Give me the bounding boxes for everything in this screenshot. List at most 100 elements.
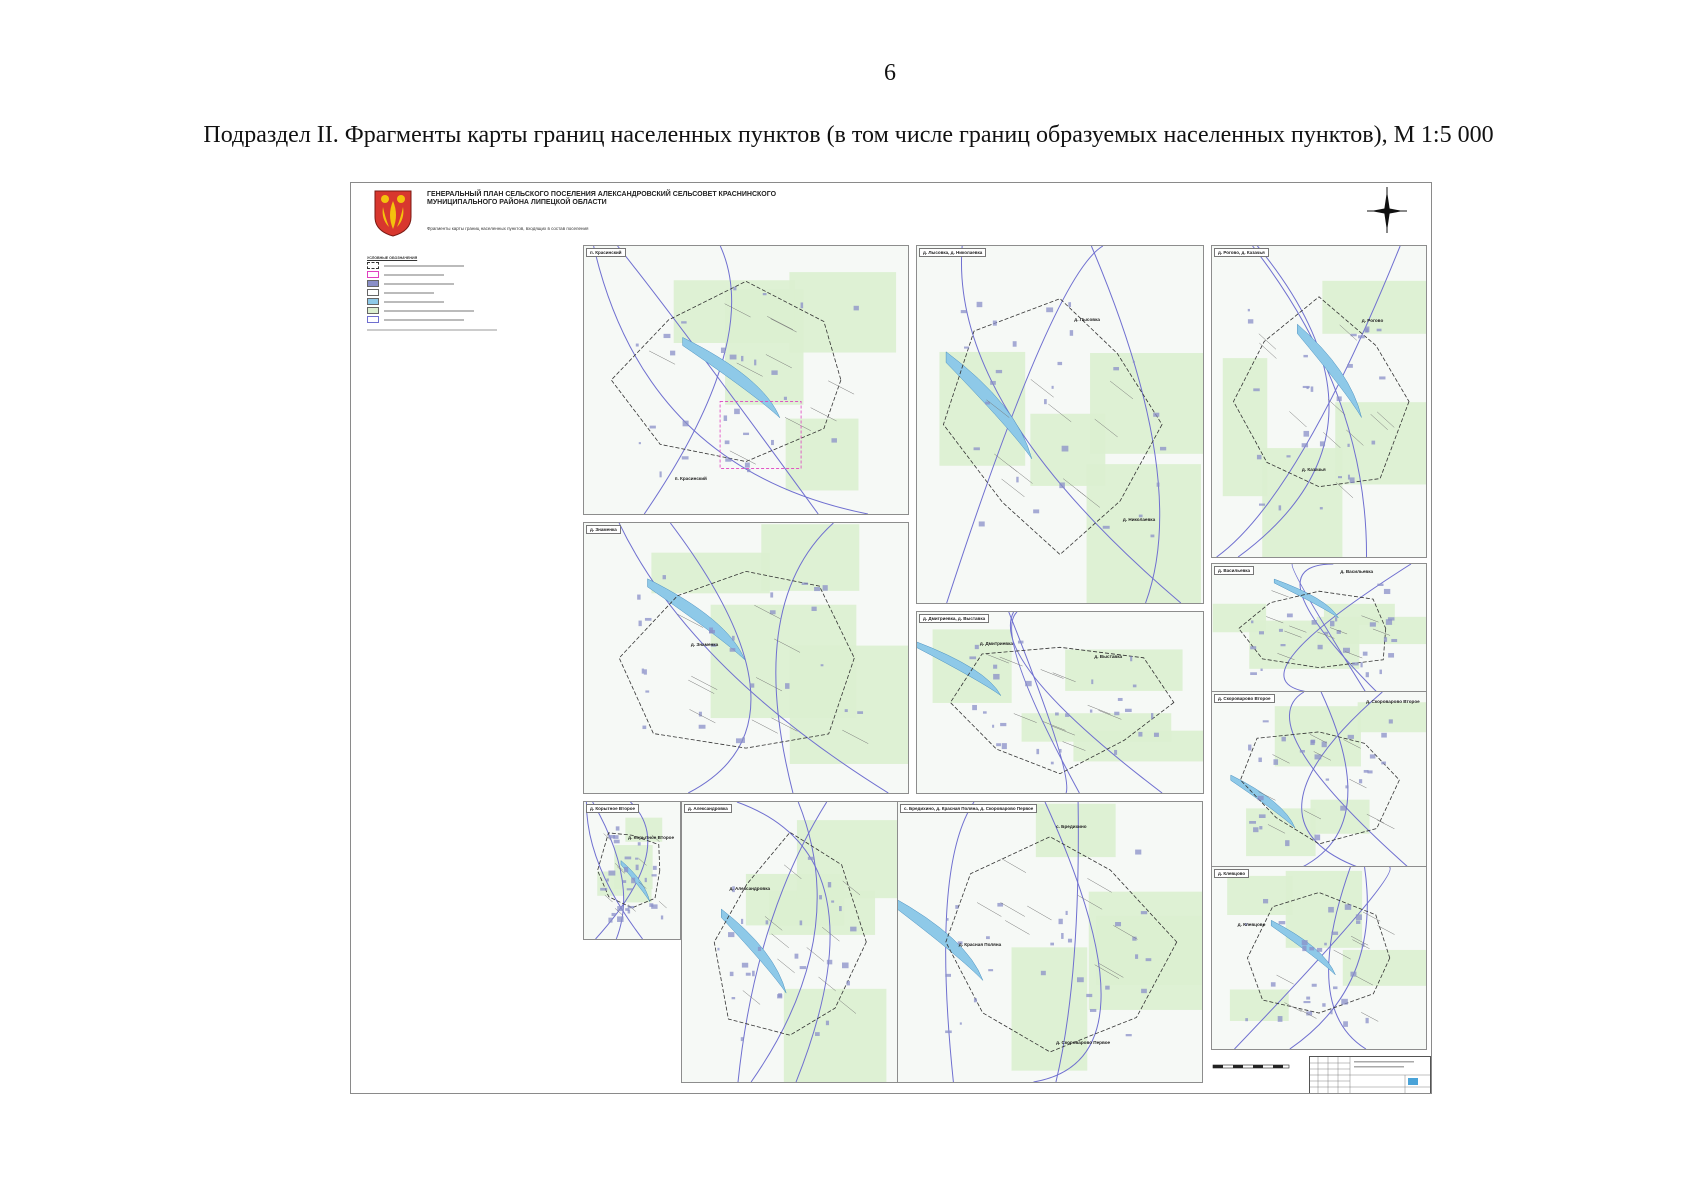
building [1367, 770, 1373, 774]
building [1331, 931, 1339, 935]
map-drawing [713, 802, 898, 1082]
water-body [1273, 578, 1339, 618]
building [993, 673, 1000, 680]
building [1253, 388, 1260, 392]
building [720, 347, 726, 354]
fragment-label: д. Александровка [684, 804, 732, 813]
building [1046, 307, 1054, 313]
building [826, 959, 833, 965]
building [638, 620, 642, 627]
building [1256, 454, 1262, 460]
building [740, 918, 744, 924]
map-fragment: д. Александровка д. Александровка [681, 801, 899, 1083]
map-drawing [898, 802, 1202, 1082]
fragment-label: д. Лысовка, д. Николаевка [919, 248, 987, 257]
building [637, 842, 641, 846]
building [1012, 341, 1017, 347]
fragment-label: д. Знаменка [586, 525, 621, 534]
building [681, 321, 687, 324]
building [1135, 954, 1139, 959]
building [622, 880, 627, 883]
farmland-area [761, 524, 860, 591]
road-line [1011, 612, 1080, 793]
building [1286, 455, 1291, 458]
building [973, 998, 977, 1003]
building [1388, 719, 1393, 724]
building [1383, 588, 1391, 595]
building [731, 997, 736, 1000]
plot-line [777, 958, 795, 974]
building [1345, 785, 1349, 789]
building [1001, 743, 1007, 750]
building [1260, 668, 1263, 671]
building [844, 709, 848, 713]
building [724, 440, 730, 445]
building [1089, 1008, 1097, 1012]
building [1245, 1018, 1248, 1022]
water-body [898, 899, 984, 981]
building [1250, 672, 1257, 676]
building [1306, 996, 1311, 1000]
building [770, 592, 774, 598]
building [996, 743, 1001, 747]
building [1333, 986, 1338, 990]
building [1057, 361, 1063, 366]
building [825, 1020, 830, 1026]
building [1150, 534, 1155, 538]
building [1277, 1016, 1283, 1022]
building [1130, 656, 1133, 662]
building [1325, 778, 1330, 781]
building [964, 346, 970, 349]
map-drawing [593, 246, 897, 514]
building [1369, 622, 1376, 627]
plot-line [751, 719, 778, 734]
building [785, 683, 790, 689]
building [819, 895, 822, 900]
building [1344, 904, 1352, 910]
map-fragment: д. Лысовка, д. Николаевка д. Лысовка д. Ни… [916, 245, 1204, 604]
building [1377, 583, 1384, 586]
building [1379, 376, 1386, 380]
building [1376, 328, 1382, 332]
building [992, 724, 995, 728]
building [1258, 757, 1262, 763]
building [1132, 684, 1137, 688]
scale-bar [1212, 1064, 1290, 1069]
building [1050, 942, 1054, 946]
building [1151, 713, 1154, 719]
building [945, 1030, 952, 1034]
building [978, 521, 985, 527]
building [1050, 761, 1054, 765]
building [1278, 921, 1286, 925]
building [1076, 977, 1084, 983]
building [1350, 971, 1357, 977]
building [1322, 1003, 1326, 1007]
settlement-name: д. Знаменка [690, 641, 719, 647]
settlement-name: с. Бредихино [1056, 824, 1087, 830]
building [742, 737, 745, 743]
building [1347, 363, 1353, 368]
plot-line [1276, 974, 1294, 985]
plot-line [688, 679, 715, 694]
building [1091, 679, 1094, 685]
building [1329, 620, 1335, 627]
farmland-area [1090, 353, 1203, 454]
building [1379, 669, 1382, 675]
fragment-label: с. Бредихино, д. Красная Поляна, д. Скор… [900, 804, 1038, 813]
building [729, 971, 734, 977]
building [1156, 482, 1160, 487]
building [757, 946, 762, 952]
building [1286, 613, 1293, 618]
building [659, 471, 662, 478]
building [743, 432, 750, 436]
map-fragment: д. Дмитриевка, д. Выставка д. Дмитриевка д… [916, 611, 1204, 794]
farmland-area [1342, 949, 1426, 986]
building [1340, 805, 1347, 811]
plot-line [1030, 379, 1054, 398]
building [1135, 849, 1142, 855]
building [649, 903, 654, 907]
building [642, 725, 647, 730]
plot-line [1377, 925, 1395, 935]
building [1365, 672, 1369, 678]
building [1319, 507, 1323, 510]
